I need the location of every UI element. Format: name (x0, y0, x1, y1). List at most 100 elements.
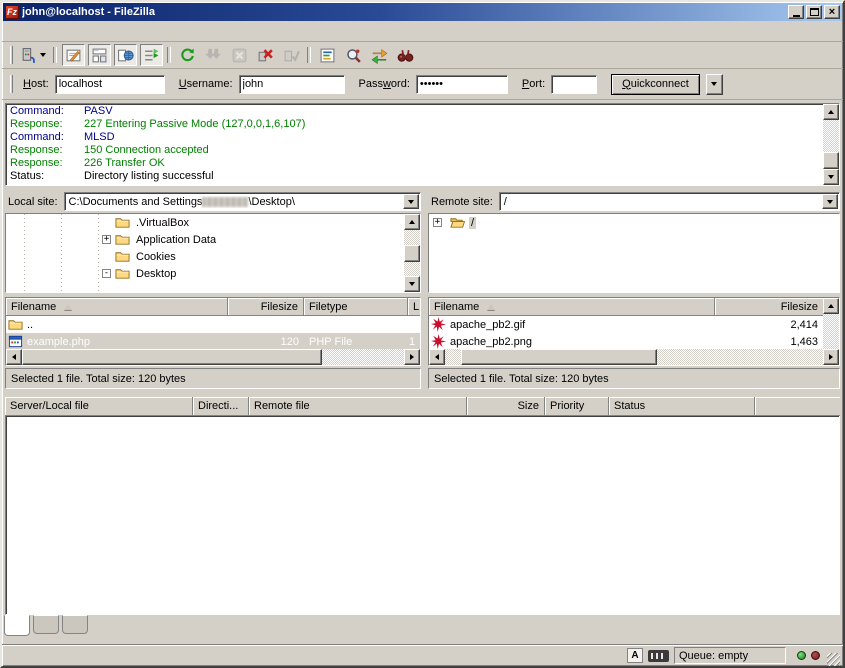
ascii-data-type-icon[interactable]: A (627, 648, 643, 663)
tree-item[interactable]: Cookies (6, 248, 404, 265)
app-icon[interactable]: Fz (5, 5, 19, 19)
toolbar-button[interactable] (394, 44, 417, 66)
quickconnect-dropdown-button[interactable] (706, 74, 723, 95)
scroll-down-button[interactable] (404, 276, 420, 292)
menu-item[interactable] (6, 28, 22, 34)
file-row[interactable]: example.php 120 PHP File 1 (6, 333, 420, 349)
file-row[interactable]: apache_pb2.png 1,463 (429, 333, 823, 349)
menu-item[interactable] (54, 28, 70, 34)
toolbar-button[interactable] (202, 44, 225, 66)
column-header[interactable]: Filesize (228, 298, 304, 316)
log-scrollbar[interactable] (823, 104, 839, 185)
tree-item[interactable]: + Application Data (6, 231, 404, 248)
queue-column-header[interactable]: Server/Local file (5, 397, 193, 416)
log-line-label: Status: (6, 170, 84, 183)
column-header[interactable]: Filename (6, 298, 228, 316)
queue-column-header[interactable]: Directi... (193, 397, 249, 416)
tree-expander[interactable]: + (102, 235, 111, 244)
log-line-label: Response: (6, 118, 84, 131)
resize-grip[interactable] (827, 653, 840, 666)
remote-site-combo[interactable]: / (499, 192, 840, 211)
scroll-down-button[interactable] (823, 169, 839, 185)
scroll-left-button[interactable] (6, 349, 22, 365)
queue-column-label: Remote file (254, 400, 310, 412)
queue-tab[interactable] (4, 615, 30, 636)
scroll-up-button[interactable] (404, 214, 420, 230)
title-bar[interactable]: Fz john@localhost - FileZilla × (3, 3, 842, 21)
scroll-up-button[interactable] (823, 104, 839, 120)
dropdown-arrow-icon[interactable] (37, 53, 48, 57)
remote-site-dropdown-button[interactable] (822, 194, 838, 209)
speed-limit-icon[interactable] (648, 650, 669, 662)
toolbar-button[interactable] (88, 44, 111, 66)
toolbar-button[interactable] (19, 44, 49, 66)
remote-file-list: Filename Filesize apache_pb2.gif (428, 297, 840, 366)
column-header[interactable]: Filetype (304, 298, 408, 316)
local-site-dropdown-button[interactable] (403, 194, 419, 209)
menu-item[interactable] (38, 28, 54, 34)
scroll-thumb[interactable] (22, 349, 322, 365)
toolbar-button[interactable] (114, 44, 137, 66)
password-input[interactable] (416, 75, 508, 94)
toolbar-button[interactable] (280, 44, 303, 66)
pane-splitter[interactable] (421, 191, 428, 389)
menu-bar (2, 21, 843, 42)
tree-item[interactable]: - Desktop (6, 265, 404, 282)
tree-expander[interactable]: + (433, 218, 442, 227)
toolbar-button[interactable] (316, 44, 339, 66)
column-header[interactable]: L (408, 298, 420, 316)
menu-item[interactable] (102, 28, 118, 34)
scroll-thumb[interactable] (823, 152, 839, 169)
menu-item[interactable] (86, 28, 102, 34)
scroll-right-button[interactable] (404, 349, 420, 365)
local-site-path[interactable]: C:\Documents and Settings\Desktop\ (65, 196, 403, 208)
host-input[interactable] (55, 75, 165, 94)
column-header[interactable]: Filename (429, 298, 715, 316)
toolbar-button[interactable] (140, 44, 163, 66)
queue-column-label: Status (614, 400, 645, 412)
scroll-up-button[interactable] (823, 298, 839, 314)
username-input[interactable] (239, 75, 345, 94)
menu-item[interactable] (70, 28, 86, 34)
remote-site-path[interactable]: / (500, 196, 822, 208)
file-row[interactable]: apache_pb2.gif 2,414 (429, 316, 823, 333)
scroll-left-button[interactable] (429, 349, 445, 365)
toolbar-button[interactable] (368, 44, 391, 66)
remote-list-hscrollbar[interactable] (429, 349, 839, 365)
queue-tab[interactable] (62, 615, 88, 634)
local-site-combo[interactable]: C:\Documents and Settings\Desktop\ (64, 192, 421, 211)
maximize-button[interactable] (806, 5, 822, 19)
toolbar-button[interactable] (62, 44, 85, 66)
scroll-thumb[interactable] (461, 349, 657, 365)
queue-column-header[interactable]: Status (609, 397, 755, 416)
toolbar-button[interactable] (176, 44, 199, 66)
toolbar-button[interactable] (342, 44, 365, 66)
quickbar-grip[interactable] (10, 75, 13, 93)
scroll-thumb[interactable] (404, 245, 420, 262)
toolbar-button[interactable] (228, 44, 251, 66)
close-button[interactable]: × (824, 5, 840, 19)
tree-item[interactable]: + / (429, 214, 839, 231)
queue-column-header[interactable]: Remote file (249, 397, 467, 416)
menu-item[interactable] (22, 28, 38, 34)
tree-expander[interactable]: - (102, 269, 111, 278)
queue-column-header[interactable]: Size (467, 397, 545, 416)
toolbar-grip[interactable] (10, 46, 13, 64)
queue-column-header[interactable]: Priority (545, 397, 609, 416)
scroll-right-button[interactable] (823, 349, 839, 365)
port-input[interactable] (551, 75, 597, 94)
remote-list-scrollbar[interactable] (823, 298, 839, 349)
toolbar-icon (283, 47, 300, 64)
file-row[interactable]: .. (6, 316, 420, 333)
log-lines: Command: PASV Response: 227 Entering Pas… (6, 104, 823, 185)
toolbar-button[interactable] (254, 44, 277, 66)
queue-column-header[interactable] (755, 397, 840, 416)
local-tree-scrollbar[interactable] (404, 214, 420, 292)
file-icon (8, 334, 23, 349)
tree-item[interactable]: .VirtualBox (6, 214, 404, 231)
local-list-hscrollbar[interactable] (6, 349, 420, 365)
minimize-button[interactable] (788, 5, 804, 19)
queue-tab[interactable] (33, 615, 59, 634)
quickconnect-button[interactable]: Quickconnect (611, 74, 700, 95)
column-header[interactable]: Filesize (715, 298, 823, 316)
